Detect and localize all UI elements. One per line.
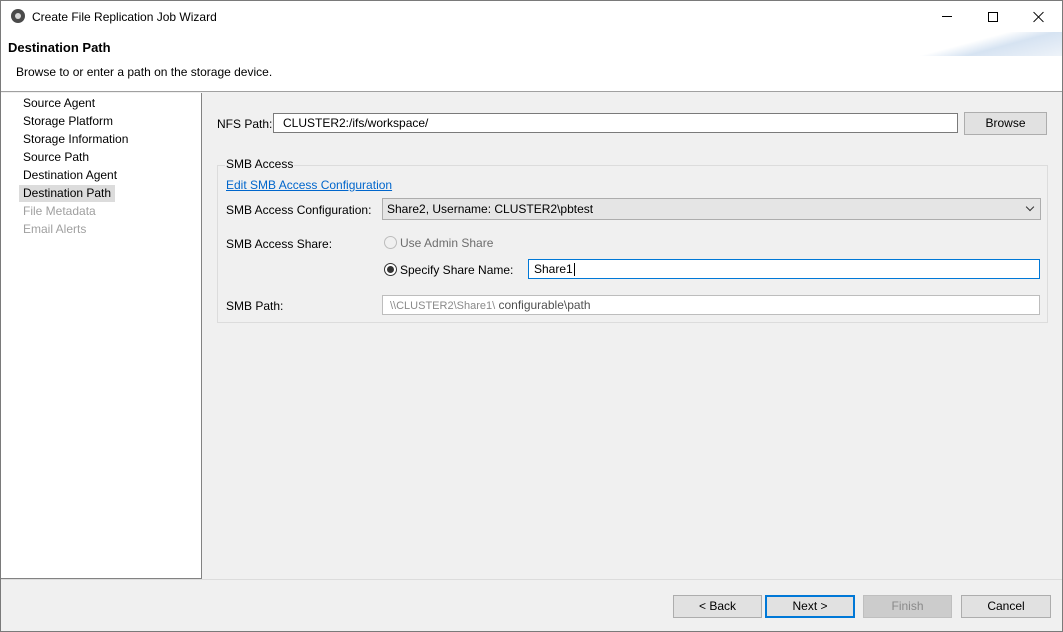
wizard-step-nav: Source Agent Storage Platform Storage In… xyxy=(1,93,202,579)
nfs-path-label: NFS Path: xyxy=(217,117,273,131)
wizard-window: Create File Replication Job Wizard Desti… xyxy=(0,0,1063,632)
nav-item-file-metadata: File Metadata xyxy=(23,204,96,218)
smb-path-field: \\CLUSTER2\Share1\ configurable\path xyxy=(382,295,1040,315)
chevron-down-icon xyxy=(1026,205,1034,213)
back-button[interactable]: < Back xyxy=(673,595,762,618)
page-description: Browse to or enter a path on the storage… xyxy=(16,65,273,79)
text-caret xyxy=(573,263,575,277)
nav-item-email-alerts: Email Alerts xyxy=(23,222,87,236)
nfs-path-input[interactable]: CLUSTER2:/ifs/workspace/ xyxy=(273,113,958,133)
specify-share-name-radio[interactable] xyxy=(384,263,397,276)
maximize-button[interactable] xyxy=(970,1,1016,32)
nav-item-source-path[interactable]: Source Path xyxy=(19,149,93,166)
footer-separator xyxy=(1,579,1062,580)
smb-path-prefix: \\CLUSTER2\Share1\ xyxy=(390,300,496,312)
app-logo-icon xyxy=(11,9,25,23)
wizard-header: Destination Path Browse to or enter a pa… xyxy=(1,32,1062,92)
smb-path-suffix: configurable\path xyxy=(495,298,591,312)
browse-button[interactable]: Browse xyxy=(964,112,1047,135)
nav-item-source-agent[interactable]: Source Agent xyxy=(19,95,99,112)
nav-item-storage-information[interactable]: Storage Information xyxy=(19,131,132,148)
smb-path-label: SMB Path: xyxy=(226,299,284,313)
title-bar: Create File Replication Job Wizard xyxy=(1,1,1062,32)
minimize-button[interactable] xyxy=(924,1,970,32)
nav-item-storage-platform[interactable]: Storage Platform xyxy=(19,113,117,130)
use-admin-share-radio xyxy=(384,236,397,249)
window-title: Create File Replication Job Wizard xyxy=(32,10,217,24)
finish-button: Finish xyxy=(863,595,952,618)
cancel-button[interactable]: Cancel xyxy=(961,595,1051,618)
use-admin-share-label: Use Admin Share xyxy=(400,236,494,250)
minimize-icon xyxy=(942,16,952,17)
nav-item-destination-path[interactable]: Destination Path xyxy=(19,185,116,202)
smb-share-label: SMB Access Share: xyxy=(226,237,333,251)
close-icon xyxy=(1033,11,1045,23)
maximize-icon xyxy=(988,11,998,22)
next-button[interactable]: Next > xyxy=(765,595,855,618)
share-name-value: Share1 xyxy=(534,262,573,276)
smb-config-label: SMB Access Configuration: xyxy=(226,203,372,217)
close-button[interactable] xyxy=(1016,1,1062,32)
header-decoration xyxy=(912,32,1062,56)
destination-path-panel: NFS Path: CLUSTER2:/ifs/workspace/ Brows… xyxy=(203,93,1062,579)
share-name-input[interactable]: Share1 xyxy=(528,259,1040,279)
specify-share-name-label: Specify Share Name: xyxy=(400,263,514,277)
smb-config-value: Share2, Username: CLUSTER2\pbtest xyxy=(387,202,594,216)
page-title: Destination Path xyxy=(8,40,111,55)
smb-access-group-label: SMB Access xyxy=(225,157,295,171)
nav-item-destination-agent[interactable]: Destination Agent xyxy=(19,167,121,184)
edit-smb-config-link[interactable]: Edit SMB Access Configuration xyxy=(226,178,392,192)
smb-config-dropdown[interactable]: Share2, Username: CLUSTER2\pbtest xyxy=(382,198,1041,220)
radio-selected-dot xyxy=(387,266,394,273)
